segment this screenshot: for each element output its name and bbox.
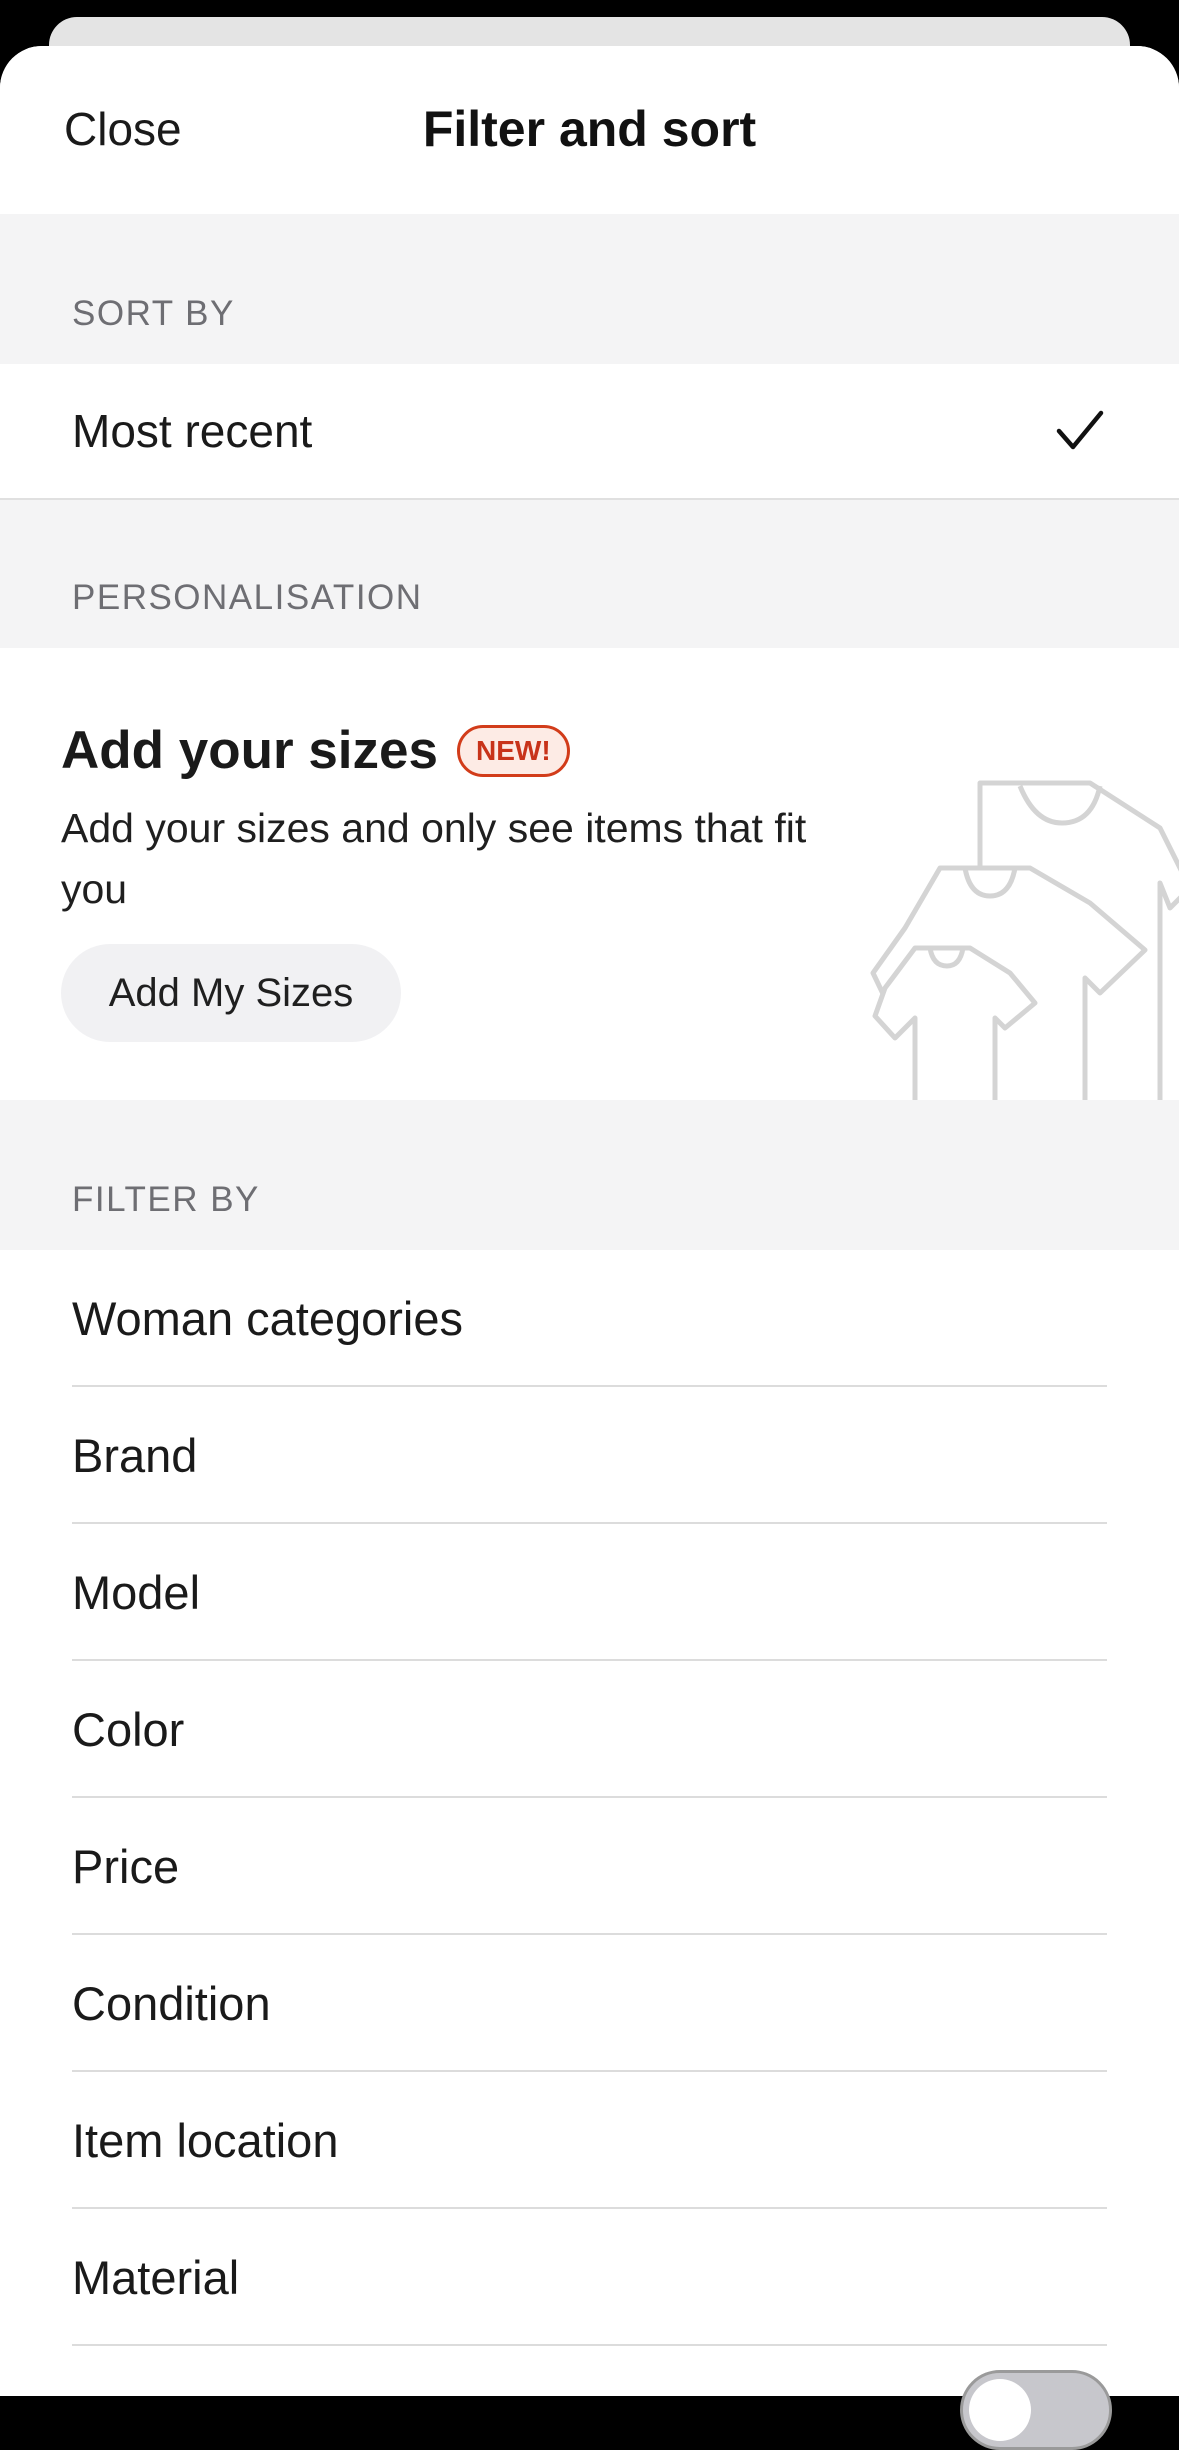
personalisation-section-header: PERSONALISATION [0, 498, 1179, 648]
filter-item-label: Brand [72, 1429, 198, 1482]
filter-item-location[interactable]: Item location [0, 2072, 1179, 2209]
filter-item-label: Item location [72, 2114, 339, 2167]
tshirts-illustration [870, 780, 1179, 1100]
sort-section-label: SORT BY [72, 294, 235, 333]
sort-section-header: SORT BY [0, 214, 1179, 364]
filter-item-condition[interactable]: Condition [0, 1935, 1179, 2072]
sort-option-label: Most recent [72, 405, 313, 457]
personalisation-section-label: PERSONALISATION [72, 578, 423, 617]
add-my-sizes-button[interactable]: Add My Sizes [61, 944, 401, 1042]
filter-item-label: Material [72, 2251, 240, 2304]
sort-option-most-recent[interactable]: Most recent [0, 364, 1179, 498]
filter-item-woman-categories[interactable]: Woman categories [0, 1250, 1179, 1387]
page-title: Filter and sort [422, 101, 757, 157]
filter-list: Woman categories Brand Model Color Price… [0, 1250, 1179, 2346]
filter-item-color[interactable]: Color [0, 1661, 1179, 1798]
filter-item-brand[interactable]: Brand [0, 1387, 1179, 1524]
checkmark-icon [1056, 410, 1104, 450]
filter-item-label: Model [72, 1566, 201, 1619]
filter-item-label: Price [72, 1840, 180, 1893]
filter-section-header: FILTER BY [0, 1100, 1179, 1250]
filter-section-label: FILTER BY [72, 1180, 260, 1219]
filter-item-label: Condition [72, 1977, 271, 2030]
add-sizes-card: Add your sizes NEW! Add your sizes and o… [0, 648, 1179, 1100]
filter-sort-sheet: Close Filter and sort SORT BY Most recen… [0, 46, 1179, 2396]
new-badge: NEW! [457, 725, 570, 777]
toggle-knob [969, 2379, 1031, 2441]
filter-item-material[interactable]: Material [0, 2209, 1179, 2346]
add-sizes-description: Add your sizes and only see items that f… [61, 805, 807, 912]
filter-item-model[interactable]: Model [0, 1524, 1179, 1661]
sheet-header: Close Filter and sort [0, 46, 1179, 214]
filter-item-label: Color [72, 1703, 185, 1756]
filter-item-price[interactable]: Price [0, 1798, 1179, 1935]
add-sizes-title: Add your sizes [61, 721, 438, 780]
filter-item-label: Woman categories [72, 1292, 463, 1345]
toggle-switch[interactable] [960, 2370, 1112, 2450]
